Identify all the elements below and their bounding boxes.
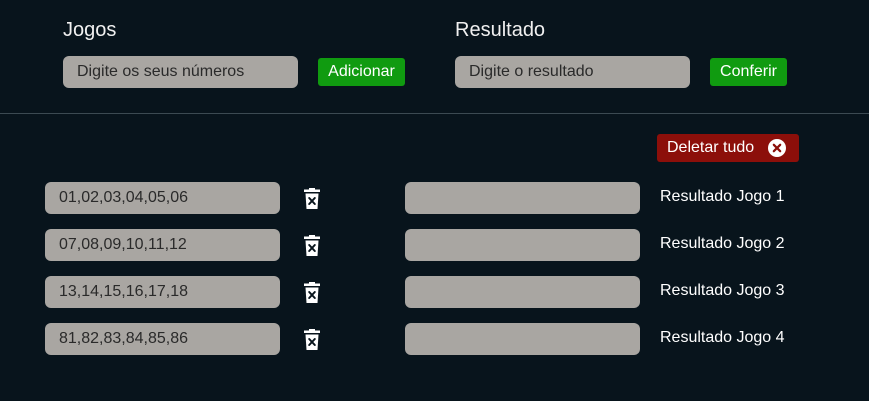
- numbers-input[interactable]: [63, 56, 298, 88]
- game-numbers-field[interactable]: 81,82,83,84,85,86: [45, 323, 280, 355]
- delete-all-label: Deletar tudo: [667, 139, 755, 156]
- trash-icon[interactable]: [302, 329, 322, 351]
- trash-icon[interactable]: [302, 188, 322, 210]
- resultado-title: Resultado: [455, 19, 546, 41]
- divider: [0, 113, 869, 114]
- result-label: Resultado Jogo 2: [660, 235, 785, 252]
- result-input[interactable]: [455, 56, 690, 88]
- jogos-title: Jogos: [63, 19, 117, 41]
- delete-all-button[interactable]: Deletar tudo: [657, 134, 799, 162]
- game-result-field[interactable]: [405, 323, 640, 355]
- game-result-field[interactable]: [405, 229, 640, 261]
- check-button[interactable]: Conferir: [710, 58, 787, 86]
- game-numbers-field[interactable]: 07,08,09,10,11,12: [45, 229, 280, 261]
- trash-icon[interactable]: [302, 282, 322, 304]
- game-result-field[interactable]: [405, 276, 640, 308]
- game-numbers-field[interactable]: 01,02,03,04,05,06: [45, 182, 280, 214]
- add-button[interactable]: Adicionar: [318, 58, 405, 86]
- close-circle-icon: [768, 139, 786, 157]
- result-label: Resultado Jogo 3: [660, 282, 785, 299]
- result-label: Resultado Jogo 1: [660, 188, 785, 205]
- game-numbers-field[interactable]: 13,14,15,16,17,18: [45, 276, 280, 308]
- game-result-field[interactable]: [405, 182, 640, 214]
- trash-icon[interactable]: [302, 235, 322, 257]
- result-label: Resultado Jogo 4: [660, 329, 785, 346]
